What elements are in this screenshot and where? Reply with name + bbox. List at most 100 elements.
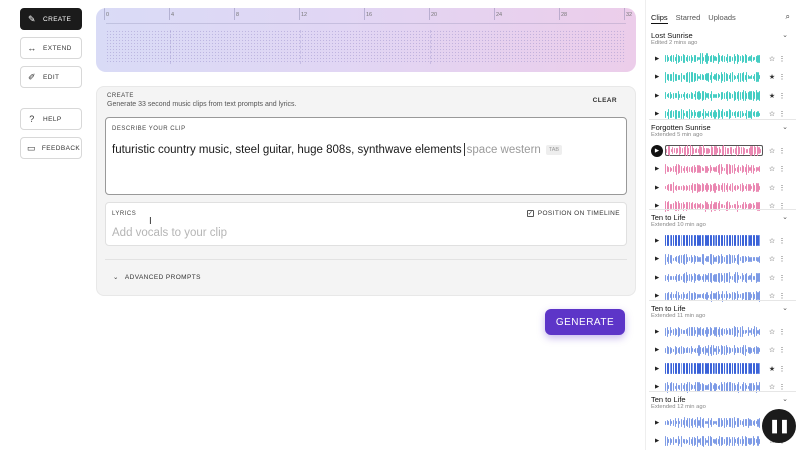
play-icon[interactable]: ▶ — [655, 74, 663, 80]
play-icon[interactable]: ▶ — [655, 185, 663, 191]
waveform[interactable] — [665, 435, 763, 447]
clip-row[interactable]: ▶ ☆⋮ — [651, 144, 795, 157]
play-icon[interactable]: ▶ — [655, 293, 663, 299]
waveform[interactable] — [665, 108, 763, 120]
more-options-icon[interactable]: ⋮ — [778, 92, 786, 100]
clip-row[interactable]: ▶ ☆⋮ — [655, 253, 795, 265]
chevron-down-icon[interactable]: ⌄ — [782, 31, 788, 39]
play-icon[interactable]: ▶ — [655, 384, 663, 390]
nav-help-button[interactable]: ? HELP — [20, 108, 82, 130]
star-filled-icon[interactable]: ★ — [766, 92, 778, 100]
describe-clip-field[interactable]: DESCRIBE YOUR CLIP futuristic country mu… — [105, 117, 627, 195]
waveform[interactable] — [665, 326, 763, 337]
position-on-timeline-toggle[interactable]: ✓ POSITION ON TIMELINE — [526, 210, 620, 217]
waveform[interactable] — [665, 363, 763, 374]
star-icon[interactable]: ☆ — [766, 147, 778, 155]
play-icon[interactable]: ▶ — [655, 347, 663, 353]
star-icon[interactable]: ☆ — [766, 274, 778, 282]
play-icon[interactable]: ▶ — [655, 275, 663, 281]
clip-row[interactable]: ▶ ☆⋮ — [655, 108, 795, 120]
search-icon[interactable]: ⌕ — [786, 12, 790, 22]
clip-row[interactable]: ▶ ☆⋮ — [655, 326, 795, 337]
pause-button[interactable]: ❚❚ — [762, 409, 796, 443]
star-icon[interactable]: ☆ — [766, 237, 778, 245]
star-icon[interactable]: ☆ — [766, 110, 778, 118]
play-icon[interactable]: ▶ — [655, 366, 663, 372]
waveform[interactable] — [665, 163, 763, 175]
clip-row[interactable]: ▶ ★ ⋮ — [655, 71, 795, 83]
more-options-icon[interactable]: ⋮ — [778, 73, 786, 81]
more-options-icon[interactable]: ⋮ — [778, 328, 786, 336]
nav-feedback-button[interactable]: ▭ FEEDBACK — [20, 137, 82, 159]
waveform[interactable] — [665, 344, 763, 356]
chevron-down-icon[interactable]: ⌄ — [782, 304, 788, 312]
more-options-icon[interactable]: ⋮ — [778, 346, 786, 354]
clip-row[interactable]: ▶ ☆⋮ — [655, 53, 795, 64]
waveform[interactable] — [665, 90, 763, 101]
play-icon[interactable]: ▶ — [655, 438, 663, 444]
timeline[interactable]: 0 4 8 12 16 20 24 28 32 — [96, 8, 636, 72]
chevron-down-icon[interactable]: ⌄ — [782, 213, 788, 221]
play-icon[interactable]: ▶ — [655, 256, 663, 262]
play-icon[interactable]: ▶ — [655, 238, 663, 244]
more-options-icon[interactable]: ⋮ — [778, 383, 786, 391]
more-options-icon[interactable]: ⋮ — [778, 292, 786, 300]
more-options-icon[interactable]: ⋮ — [778, 110, 786, 118]
star-icon[interactable]: ☆ — [766, 165, 778, 173]
clip-row[interactable]: ▶ ☆⋮ — [655, 235, 795, 246]
more-options-icon[interactable]: ⋮ — [778, 184, 786, 192]
star-icon[interactable]: ☆ — [766, 328, 778, 336]
play-icon[interactable]: ▶ — [655, 420, 663, 426]
more-options-icon[interactable]: ⋮ — [778, 147, 786, 155]
clip-row[interactable]: ▶ ★ ⋮ — [655, 363, 795, 374]
play-icon[interactable]: ▶ — [655, 166, 663, 172]
more-options-icon[interactable]: ⋮ — [778, 55, 786, 63]
play-icon[interactable]: ▶ — [655, 329, 663, 335]
lyrics-field[interactable]: LYRICS Add vocals to your clip ✓ POSITIO… — [105, 202, 627, 246]
clip-row[interactable]: ▶ ☆⋮ — [655, 182, 795, 193]
tab-uploads[interactable]: Uploads — [708, 13, 736, 24]
more-options-icon[interactable]: ⋮ — [778, 274, 786, 282]
more-options-icon[interactable]: ⋮ — [778, 165, 786, 173]
star-icon[interactable]: ☆ — [766, 184, 778, 192]
chevron-down-icon[interactable]: ⌄ — [782, 395, 788, 403]
star-filled-icon[interactable]: ★ — [766, 73, 778, 81]
waveform[interactable] — [665, 145, 763, 156]
clip-row[interactable]: ▶ ☆⋮ — [655, 272, 795, 283]
generate-button[interactable]: GENERATE — [545, 309, 625, 335]
tab-clips[interactable]: Clips — [651, 13, 668, 24]
clip-row[interactable]: ▶ ☆⋮ — [655, 163, 795, 175]
more-options-icon[interactable]: ⋮ — [778, 237, 786, 245]
waveform[interactable] — [665, 182, 763, 193]
star-icon[interactable]: ☆ — [766, 292, 778, 300]
play-icon[interactable]: ▶ — [655, 93, 663, 99]
nav-create-button[interactable]: ✎ CREATE — [20, 8, 82, 30]
waveform[interactable] — [665, 272, 763, 283]
nav-edit-button[interactable]: ✐ EDIT — [20, 66, 82, 88]
star-icon[interactable]: ☆ — [766, 255, 778, 263]
nav-extend-button[interactable]: ↔ EXTEND — [20, 37, 82, 59]
chevron-down-icon[interactable]: ⌄ — [782, 123, 788, 131]
play-icon[interactable]: ▶ — [655, 111, 663, 117]
timeline-track[interactable] — [106, 30, 626, 64]
prompt-input[interactable]: futuristic country music, steel guitar, … — [112, 143, 563, 156]
more-options-icon[interactable]: ⋮ — [778, 255, 786, 263]
tab-starred[interactable]: Starred — [676, 13, 701, 24]
waveform[interactable] — [665, 253, 763, 265]
advanced-prompts-toggle[interactable]: ⌄ ADVANCED PROMPTS — [113, 273, 201, 282]
clear-button[interactable]: CLEAR — [593, 97, 617, 104]
waveform[interactable] — [665, 71, 763, 83]
play-icon[interactable]: ▶ — [655, 56, 663, 62]
waveform[interactable] — [665, 235, 763, 246]
star-icon[interactable]: ☆ — [766, 55, 778, 63]
more-options-icon[interactable]: ⋮ — [778, 365, 786, 373]
star-icon[interactable]: ☆ — [766, 383, 778, 391]
clip-row[interactable]: ▶ ★ ⋮ — [655, 90, 795, 101]
waveform[interactable] — [665, 53, 763, 64]
waveform[interactable] — [665, 417, 763, 428]
star-icon[interactable]: ☆ — [766, 346, 778, 354]
clip-row[interactable]: ▶ ☆⋮ — [655, 344, 795, 356]
star-filled-icon[interactable]: ★ — [766, 365, 778, 373]
position-checkbox[interactable]: ✓ — [526, 210, 534, 217]
play-icon[interactable]: ▶ — [651, 144, 663, 157]
